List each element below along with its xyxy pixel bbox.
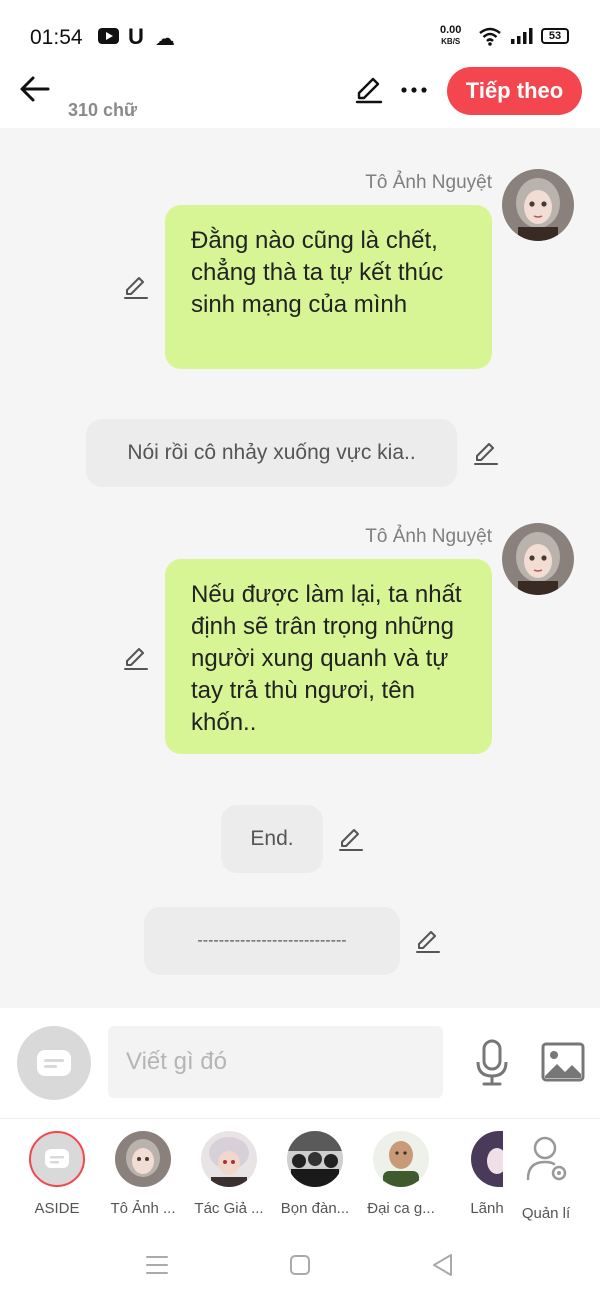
edit-message-icon[interactable]	[337, 825, 365, 853]
net-speed-value: 0.00	[440, 24, 462, 36]
avatar	[201, 1131, 257, 1187]
edit-message-icon[interactable]	[122, 273, 150, 301]
character-label: Tô Ảnh ...	[110, 1200, 176, 1217]
character-label: Tác Giả ...	[194, 1200, 264, 1217]
character-bar: ASIDE Tô Ảnh ... Tác Giả ... Bọn đàn... …	[0, 1118, 600, 1230]
avatar	[373, 1131, 429, 1187]
cloud-icon: ☁	[155, 28, 175, 50]
more-options-icon[interactable]	[400, 74, 428, 106]
composer-bar	[0, 1008, 600, 1118]
avatar	[471, 1131, 503, 1187]
menu-icon[interactable]	[142, 1250, 172, 1280]
edit-pencil-icon[interactable]	[353, 74, 385, 106]
next-button[interactable]: Tiếp theo	[447, 67, 582, 115]
aside-message-bubble[interactable]: ----------------------------	[144, 907, 400, 975]
message-input[interactable]	[108, 1026, 443, 1098]
wifi-icon	[479, 27, 501, 46]
character-message-bubble[interactable]: Nếu được làm lại, ta nhất định sẽ trân t…	[165, 559, 492, 754]
home-icon[interactable]	[285, 1250, 315, 1280]
youtube-icon	[98, 28, 119, 44]
signal-icon	[511, 28, 533, 44]
microphone-icon[interactable]	[472, 1038, 512, 1088]
character-label: Bọn đàn...	[280, 1200, 350, 1217]
character-item[interactable]: Bọn đàn...	[273, 1131, 357, 1217]
chat-bubble-icon	[37, 1050, 71, 1076]
avatar	[287, 1131, 343, 1187]
character-item[interactable]: Tác Giả ...	[187, 1131, 271, 1217]
status-time: 01:54	[30, 26, 83, 49]
battery-icon: 53	[541, 28, 569, 44]
speaker-name: Tô Ảnh Nguyệt	[365, 172, 492, 193]
character-item-manage[interactable]: Quản lí	[504, 1131, 588, 1222]
u-app-icon: U	[128, 24, 144, 49]
character-label: ASIDE	[34, 1200, 80, 1217]
aside-avatar	[29, 1131, 85, 1187]
aside-toggle-button[interactable]	[17, 1026, 91, 1100]
edit-message-icon[interactable]	[122, 644, 150, 672]
avatar[interactable]	[502, 169, 574, 241]
back-arrow-icon[interactable]	[18, 72, 52, 106]
character-label: Đại ca g...	[367, 1200, 435, 1217]
chat-area: Tô Ảnh Nguyệt Đằng nào cũng là chết, chẳ…	[0, 128, 600, 1008]
avatar	[115, 1131, 171, 1187]
status-bar: 01:54 U ☁ 0.00 KB/S 53	[0, 0, 600, 62]
character-item-aside[interactable]: ASIDE	[15, 1131, 99, 1217]
character-label: Quản lí	[521, 1205, 571, 1222]
back-triangle-icon[interactable]	[428, 1250, 458, 1280]
speaker-name: Tô Ảnh Nguyệt	[365, 526, 492, 547]
net-speed-unit: KB/S	[441, 37, 461, 46]
word-count: 310 chữ	[68, 100, 138, 120]
aside-message-bubble[interactable]: End.	[221, 805, 323, 873]
net-speed: 0.00 KB/S	[440, 25, 461, 47]
aside-message-bubble[interactable]: Nói rồi cô nhảy xuống vực kia..	[86, 419, 457, 487]
character-message-bubble[interactable]: Đằng nào cũng là chết, chẳng thà ta tự k…	[165, 205, 492, 369]
character-item[interactable]: Tô Ảnh ...	[101, 1131, 185, 1217]
avatar[interactable]	[502, 523, 574, 595]
edit-message-icon[interactable]	[414, 927, 442, 955]
image-icon[interactable]	[541, 1042, 585, 1082]
character-item[interactable]: Đại ca g...	[359, 1131, 443, 1217]
system-nav-bar	[0, 1230, 600, 1300]
user-settings-icon	[526, 1136, 567, 1181]
edit-message-icon[interactable]	[472, 439, 500, 467]
